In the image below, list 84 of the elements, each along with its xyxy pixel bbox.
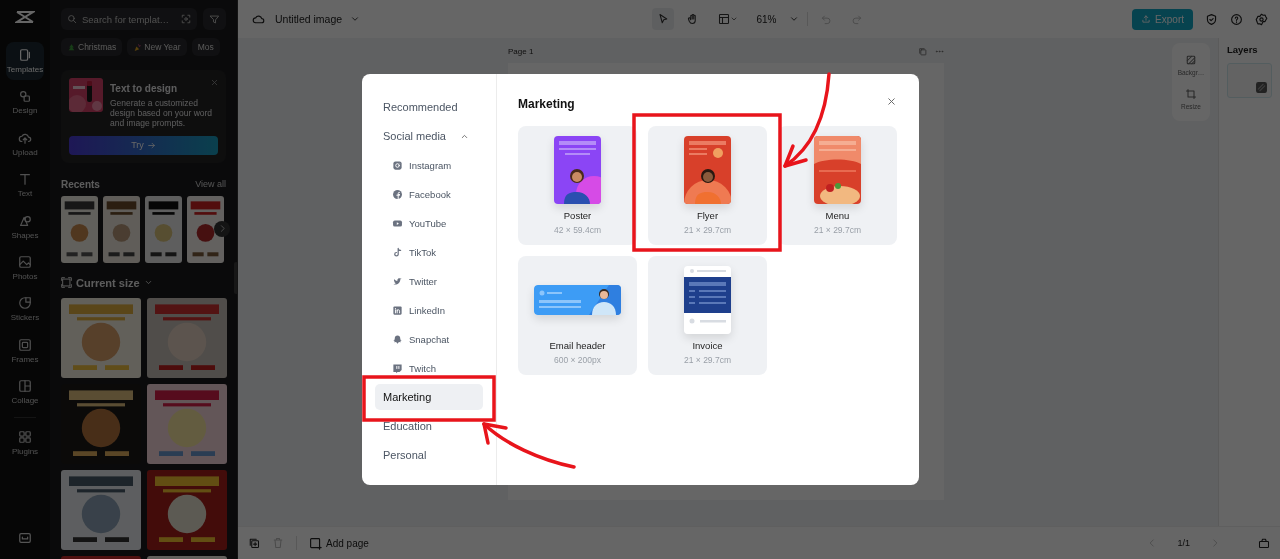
instagram-icon [392,159,403,171]
add-page-button[interactable] [248,537,260,549]
category-item[interactable]: Social media [375,123,483,149]
frame-icon [61,277,72,289]
hatched-square-icon [1255,81,1268,94]
category-item[interactable]: Personal [375,442,483,468]
page-counter: 1/1 [1177,538,1190,548]
shield-icon [1205,12,1218,26]
collage-icon [18,379,32,394]
upload-icon [1141,14,1152,24]
bird-icon [392,275,403,287]
filter-button[interactable] [203,8,226,30]
promo-title: Text to design [110,83,178,94]
add-page-button[interactable]: Add page [309,536,369,550]
category-subitem[interactable]: Twitter [375,268,483,294]
filter-icon [209,13,220,25]
size-filter-dropdown[interactable]: Current size [61,276,226,289]
linkedin-icon [392,304,403,316]
scan-icon [181,14,191,24]
undo-icon [821,13,832,25]
template-card[interactable]: Invoice 21 × 29.7cm [648,256,767,375]
template-card[interactable]: Poster 42 × 59.4cm [518,126,637,245]
select-tool[interactable] [652,8,675,30]
music-note-icon [392,246,403,258]
duplicate-page-icon [248,537,260,549]
category-chip[interactable]: Mos [191,38,220,56]
category-item[interactable]: Marketing [375,384,483,410]
facebook-icon [392,188,403,200]
ghost-icon [392,333,403,345]
redo-icon [851,13,862,25]
chevron-down-icon [730,15,739,23]
arrow-right-icon [146,140,156,150]
help-icon [1230,12,1243,26]
rail-item[interactable]: Templates [6,42,44,80]
close-button[interactable] [886,96,897,107]
category-subitem[interactable]: TikTok [375,239,483,265]
chevron-down-icon [350,14,361,24]
category-subitem[interactable]: Facebook [375,181,483,207]
logo-icon [15,10,35,24]
close-icon [886,96,897,107]
design-icon [18,89,32,104]
template-card[interactable]: Flyer 21 × 29.7cm [648,126,767,245]
search-icon [67,14,77,24]
category-item[interactable]: Education [375,413,483,439]
cloud-icon [252,12,265,26]
document-title[interactable]: Untitled image [275,13,343,25]
category-item[interactable]: Recommended [375,94,483,120]
tree-icon [67,42,76,52]
template-card[interactable]: Email header 600 × 200px [518,256,637,375]
resize-icon [1185,87,1197,100]
chevron-down-icon [788,14,799,24]
section-title: Recents [61,178,100,190]
stickers-icon [18,296,32,311]
category-subitem[interactable]: Snapchat [375,326,483,352]
close-icon [210,78,219,87]
plugins-icon [18,429,32,444]
keyboard-icon [18,531,32,545]
panel-title: Layers [1227,44,1259,55]
add-page-icon [309,536,322,550]
frames-icon [18,337,32,352]
category-subitem[interactable]: Twitch [375,355,483,381]
photos-icon [18,254,32,269]
layout-icon [718,13,731,25]
settings-icon [1255,12,1268,26]
chat-box-icon [392,362,403,374]
try-button[interactable]: Try [69,135,218,155]
templates-icon [18,48,32,62]
text-icon [18,172,32,187]
toolbox-icon [1258,537,1270,549]
pointer-icon [657,13,670,25]
trash-icon [272,537,284,549]
category-subitem[interactable]: Instagram [375,152,483,178]
zoom-level[interactable]: 61% [756,13,777,25]
layer-thumbnail[interactable] [1227,63,1272,98]
hatched-square-icon [1185,54,1197,67]
page-label: Page 1 [508,46,534,56]
shapes-icon [18,213,32,228]
category-subitem[interactable]: LinkedIn [375,297,483,323]
delete-button[interactable] [272,537,284,549]
category-subitem[interactable]: YouTube [375,210,483,236]
export-button[interactable]: Export [1132,8,1193,30]
dialog-title: Marketing [518,97,575,113]
duplicate-icon [918,46,927,56]
video-play-icon [392,217,403,229]
